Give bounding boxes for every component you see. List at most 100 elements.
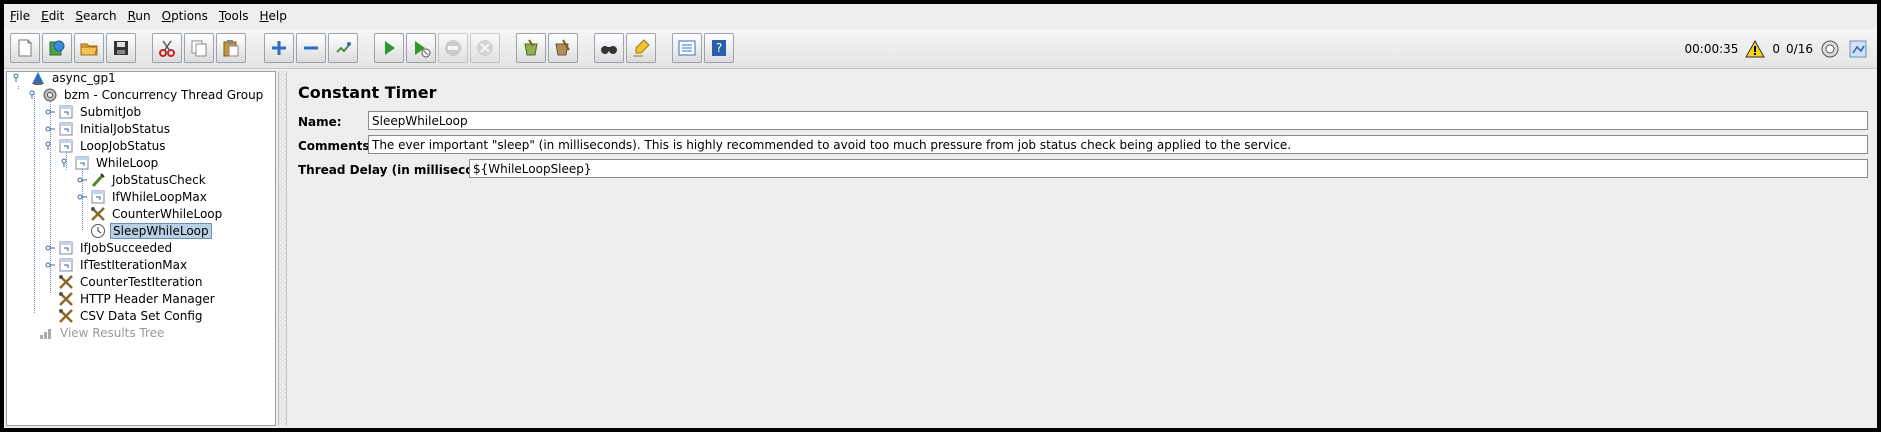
test-plan-icon — [29, 70, 47, 86]
elapsed-time: 00:00:35 — [1684, 42, 1739, 56]
tree-label: CSV Data Set Config — [80, 308, 203, 323]
shutdown-button[interactable] — [470, 33, 500, 63]
tree-expanded-icon[interactable] — [45, 141, 55, 151]
start-no-pauses-icon — [415, 41, 431, 58]
controller-icon — [57, 138, 75, 154]
tree-node-iftestiterationmax[interactable]: IfTestIterationMax — [45, 256, 189, 273]
collapse-icon — [304, 46, 318, 50]
menu-edit[interactable]: Edit — [41, 9, 64, 23]
tree-node-csv-data-set-config[interactable]: CSV Data Set Config — [57, 307, 205, 324]
search-icon — [601, 46, 617, 54]
expand-all-button[interactable] — [264, 33, 294, 63]
tree-node-thread-group[interactable]: bzm - Concurrency Thread Group — [29, 86, 265, 103]
paste-button[interactable] — [216, 33, 246, 63]
function-helper-button[interactable] — [672, 33, 702, 63]
constant-timer-panel: Constant Timer Name: Comments: Thread De… — [288, 71, 1875, 426]
open-button[interactable] — [74, 33, 104, 63]
controller-icon — [57, 257, 75, 273]
controller-icon — [57, 240, 75, 256]
menu-options[interactable]: Options — [162, 9, 208, 23]
split-pane-divider[interactable] — [278, 71, 287, 426]
clear-icon — [524, 39, 538, 56]
remote-status-icon[interactable] — [1819, 38, 1841, 60]
tree-label: SubmitJob — [80, 104, 142, 119]
clear-all-button[interactable] — [548, 33, 578, 63]
warning-icon[interactable] — [1744, 38, 1766, 60]
name-label: Name: — [298, 115, 342, 129]
tree-collapsed-icon[interactable] — [77, 192, 87, 202]
tree-collapsed-icon[interactable] — [77, 175, 87, 185]
menu-file[interactable]: File — [10, 9, 30, 23]
tree-node-submitjob[interactable]: SubmitJob — [45, 103, 143, 120]
test-plan-tree[interactable]: async_gp1 bzm - Concurrency Thread Group… — [6, 71, 276, 426]
start-icon — [385, 41, 395, 55]
comments-label: Comments: — [298, 139, 375, 153]
tree-node-counterwhileloop[interactable]: CounterWhileLoop — [89, 205, 224, 222]
reset-search-button[interactable] — [626, 33, 656, 63]
templates-icon — [49, 40, 65, 56]
tree-label: View Results Tree — [60, 325, 165, 340]
thread-delay-field[interactable] — [469, 159, 1868, 178]
name-field[interactable] — [368, 111, 1868, 130]
help-button[interactable]: ? — [704, 33, 734, 63]
run-status: 00:00:35 0 0/16 — [1685, 35, 1870, 63]
comments-field[interactable] — [368, 135, 1868, 154]
tree-collapsed-icon[interactable] — [45, 260, 55, 270]
tree-label: LoopJobStatus — [80, 138, 166, 153]
controller-icon — [57, 121, 75, 137]
new-button[interactable] — [10, 33, 40, 63]
tree-node-ifjobsucceeded[interactable]: IfJobSucceeded — [45, 239, 174, 256]
tree-collapsed-icon[interactable] — [45, 243, 55, 253]
config-icon — [57, 274, 75, 290]
cut-button[interactable] — [152, 33, 182, 63]
tree-node-ifwhileloopmax[interactable]: IfWhileLoopMax — [77, 188, 209, 205]
search-button[interactable] — [594, 33, 624, 63]
config-icon — [57, 291, 75, 307]
collapse-all-button[interactable] — [296, 33, 326, 63]
menu-search[interactable]: Search — [75, 9, 116, 23]
tree-node-initialjobstatus[interactable]: InitialJobStatus — [45, 120, 172, 137]
menu-run[interactable]: Run — [128, 9, 151, 23]
tree-expanded-icon[interactable] — [61, 158, 71, 168]
tree-node-loopjobstatus[interactable]: LoopJobStatus — [45, 137, 168, 154]
start-button[interactable] — [374, 33, 404, 63]
tree-label: bzm - Concurrency Thread Group — [64, 87, 264, 102]
save-icon — [114, 41, 128, 55]
tree-label: CounterTestIteration — [80, 274, 203, 289]
tree-collapsed-icon[interactable] — [45, 107, 55, 117]
tree-node-view-results-tree[interactable]: View Results Tree — [37, 324, 166, 341]
sampler-icon — [89, 172, 107, 188]
tree-node-jobstatuscheck[interactable]: JobStatusCheck — [77, 171, 208, 188]
save-button[interactable] — [106, 33, 136, 63]
menu-help[interactable]: Help — [260, 9, 287, 23]
stop-icon — [445, 40, 461, 56]
tree-collapsed-icon[interactable] — [45, 124, 55, 134]
clear-button[interactable] — [516, 33, 546, 63]
menu-tools[interactable]: Tools — [219, 9, 249, 23]
config-icon — [57, 308, 75, 324]
controller-icon — [73, 155, 91, 171]
start-no-pauses-button[interactable] — [406, 33, 436, 63]
shutdown-icon — [477, 40, 493, 56]
menu-bar: File Edit Search Run Options Tools Help — [4, 4, 1877, 27]
toggle-button[interactable] — [328, 33, 358, 63]
help-icon: ? — [712, 40, 726, 56]
tree-node-sleepwhileloop[interactable]: SleepWhileLoop — [89, 222, 212, 239]
open-icon — [80, 43, 98, 56]
tree-node-whileloop[interactable]: WhileLoop — [61, 154, 160, 171]
controller-icon — [57, 104, 75, 120]
log-viewer-icon[interactable] — [1847, 38, 1869, 60]
tree-label: IfJobSucceeded — [80, 240, 173, 255]
copy-button[interactable] — [184, 33, 214, 63]
tree-node-http-header-manager[interactable]: HTTP Header Manager — [57, 290, 217, 307]
tree-node-test-plan[interactable]: async_gp1 — [13, 69, 118, 86]
tree-expanded-icon[interactable] — [13, 73, 23, 83]
templates-button[interactable] — [42, 33, 72, 63]
new-icon — [18, 39, 32, 57]
copy-icon — [191, 40, 207, 57]
tree-node-countertestiteration[interactable]: CounterTestIteration — [57, 273, 204, 290]
stop-button[interactable] — [438, 33, 468, 63]
cut-icon — [159, 40, 175, 57]
clear-all-icon — [555, 39, 570, 56]
tree-expanded-icon[interactable] — [29, 90, 39, 100]
